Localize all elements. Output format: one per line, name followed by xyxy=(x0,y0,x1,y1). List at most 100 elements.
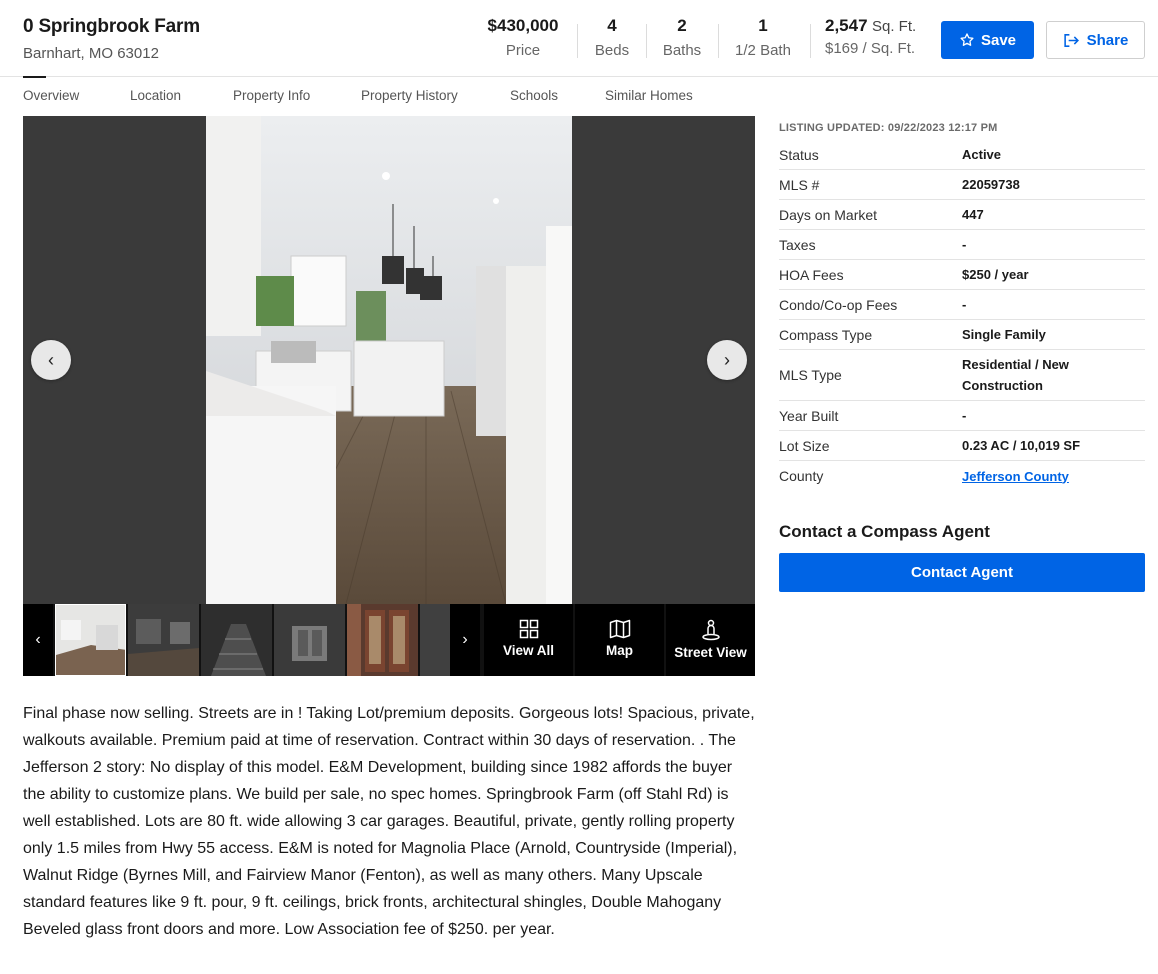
price-label: Price xyxy=(505,42,541,59)
thumbnail[interactable] xyxy=(420,604,450,676)
view-all-button[interactable]: View All xyxy=(484,604,573,676)
sqft-value: 2,547 xyxy=(825,16,868,35)
property-city-state-zip: Barnhart, MO 63012 xyxy=(23,45,159,62)
chevron-left-icon: ‹ xyxy=(48,349,54,370)
fact-key: Status xyxy=(779,146,819,163)
sqft-unit: Sq. Ft. xyxy=(872,18,917,35)
fact-key: Year Built xyxy=(779,407,839,424)
listing-header: 0 Springbrook Farm Barnhart, MO 63012 $4… xyxy=(0,0,1158,77)
price-value: $430,000 xyxy=(487,16,559,35)
divider xyxy=(810,24,811,58)
price-stat: $430,000 Price xyxy=(483,16,563,59)
share-icon xyxy=(1063,33,1079,47)
listing-updated-label: LISTING UPDATED: 09/22/2023 12:17 PM xyxy=(779,122,998,134)
fact-key: Condo/Co-op Fees xyxy=(779,296,898,313)
fact-row-condo-fees: Condo/Co-op Fees - xyxy=(779,290,1145,320)
listing-description: Final phase now selling. Streets are in … xyxy=(23,705,755,938)
property-facts-table: Status Active MLS # 22059738 Days on Mar… xyxy=(779,140,1145,491)
baths-stat: 2 Baths xyxy=(656,16,708,59)
street-view-icon xyxy=(701,619,720,641)
fact-value: - xyxy=(962,237,967,252)
thumbnail[interactable] xyxy=(274,604,345,676)
fact-row-days-on-market: Days on Market 447 xyxy=(779,200,1145,230)
street-view-button[interactable]: Street View xyxy=(666,604,755,676)
grid-icon xyxy=(519,619,538,639)
save-label: Save xyxy=(980,31,1017,49)
contact-section-title: Contact a Compass Agent xyxy=(779,522,990,541)
thumbnail-strip: ‹ › View All Map Street View xyxy=(23,604,755,676)
fact-value: 447 xyxy=(962,207,984,222)
tab-overview[interactable]: Overview xyxy=(23,88,79,103)
next-photo-button[interactable]: › xyxy=(707,340,747,380)
beds-stat: 4 Beds xyxy=(588,16,636,59)
divider xyxy=(646,24,647,58)
fact-value: - xyxy=(962,297,967,312)
star-icon xyxy=(960,33,974,46)
chevron-right-icon: › xyxy=(462,631,468,648)
map-icon xyxy=(609,619,630,639)
tab-similar-homes[interactable]: Similar Homes xyxy=(605,88,693,103)
tab-property-info[interactable]: Property Info xyxy=(233,88,310,103)
fact-row-compass-type: Compass Type Single Family xyxy=(779,320,1145,350)
fact-value: - xyxy=(962,408,967,423)
chevron-left-icon: ‹ xyxy=(35,631,41,648)
thumbnail[interactable] xyxy=(347,604,418,676)
thumbs-prev-button[interactable]: ‹ xyxy=(23,604,53,676)
fact-row-hoa-fees: HOA Fees $250 / year xyxy=(779,260,1145,290)
chevron-right-icon: › xyxy=(724,349,730,370)
thumbnail[interactable] xyxy=(55,604,126,676)
contact-agent-button[interactable]: Contact Agent xyxy=(779,553,1145,592)
fact-key: MLS # xyxy=(779,176,820,193)
fact-row-year-built: Year Built - xyxy=(779,401,1145,431)
fact-key: HOA Fees xyxy=(779,266,844,283)
map-label: Map xyxy=(606,643,633,658)
share-button[interactable]: Share xyxy=(1046,21,1145,59)
share-label: Share xyxy=(1086,31,1129,49)
fact-value: Active xyxy=(962,147,1002,162)
county-link[interactable]: Jefferson County xyxy=(962,466,1145,487)
property-address: 0 Springbrook Farm xyxy=(23,16,200,37)
beds-value: 4 xyxy=(607,16,617,35)
fact-row-taxes: Taxes - xyxy=(779,230,1145,260)
sqft-stat: 2,547 Sq. Ft. $169 / Sq. Ft. xyxy=(825,16,916,57)
fact-row-lot-size: Lot Size 0.23 AC / 10,019 SF xyxy=(779,431,1145,461)
fact-row-mls-type: MLS Type Residential / New Construction xyxy=(779,350,1145,401)
half-bath-label: 1/2 Bath xyxy=(735,42,791,59)
tab-schools[interactable]: Schools xyxy=(510,88,558,103)
section-tabs: Overview Location Property Info Property… xyxy=(0,76,1158,117)
fact-row-county: County Jefferson County xyxy=(779,461,1145,491)
fact-row-mls-number: MLS # 22059738 xyxy=(779,170,1145,200)
fact-row-status: Status Active xyxy=(779,140,1145,170)
view-all-label: View All xyxy=(502,643,555,658)
map-button[interactable]: Map xyxy=(575,604,664,676)
fact-key: Taxes xyxy=(779,236,816,253)
baths-label: Baths xyxy=(662,42,702,59)
fact-key: Compass Type xyxy=(779,326,873,343)
photo-gallery: ‹ › xyxy=(23,116,755,604)
tab-property-history[interactable]: Property History xyxy=(361,88,458,103)
thumbnail[interactable] xyxy=(201,604,272,676)
divider xyxy=(718,24,719,58)
half-bath-stat: 1 1/2 Bath xyxy=(730,16,796,59)
save-button[interactable]: Save xyxy=(941,21,1034,59)
fact-key: MLS Type xyxy=(779,367,842,383)
fact-key: Lot Size xyxy=(779,437,830,454)
fact-key: Days on Market xyxy=(779,206,878,223)
active-tab-indicator xyxy=(23,76,46,78)
thumbs-next-button[interactable]: › xyxy=(450,604,480,676)
thumbnail[interactable] xyxy=(128,604,199,676)
half-bath-value: 1 xyxy=(758,16,768,35)
fact-value: 0.23 AC / 10,019 SF xyxy=(962,438,1081,453)
divider xyxy=(577,24,578,58)
tab-location[interactable]: Location xyxy=(130,88,181,103)
fact-value: Residential / New Construction xyxy=(962,357,1069,393)
prev-photo-button[interactable]: ‹ xyxy=(31,340,71,380)
price-per-sqft: $169 / Sq. Ft. xyxy=(825,40,916,57)
main-photo[interactable] xyxy=(206,116,572,604)
fact-value: $250 / year xyxy=(962,267,1029,282)
baths-value: 2 xyxy=(677,16,687,35)
street-view-label: Street View xyxy=(674,645,747,660)
fact-value: Single Family xyxy=(962,327,1046,342)
beds-label: Beds xyxy=(594,42,630,59)
fact-key: County xyxy=(779,468,824,484)
